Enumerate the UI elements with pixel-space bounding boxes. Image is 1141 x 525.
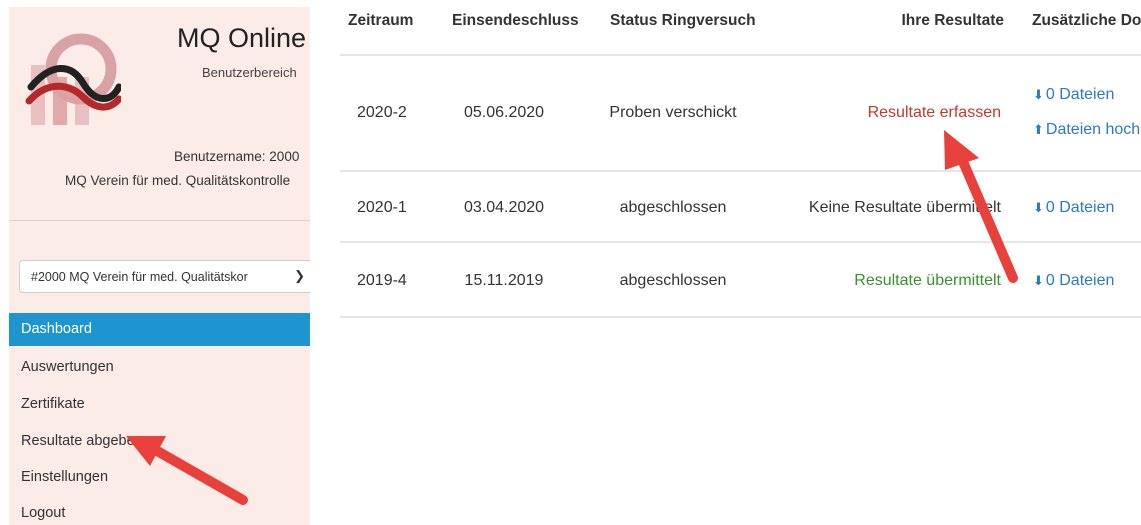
files-link[interactable]: ⬇ 0 Dateien [1033, 199, 1114, 217]
results-table: Zeitraum Einsendeschluss Status Ringvers… [340, 0, 1141, 320]
column-header-zusaetzliche-dok: Zusätzliche Dok [1032, 12, 1141, 29]
row-divider [340, 54, 1141, 56]
download-icon: ⬇ [1033, 200, 1044, 215]
cell-status: abgeschlossen [619, 272, 727, 289]
upload-label: Dateien hoch [1045, 121, 1141, 138]
column-header-einsendeschluss: Einsendeschluss [452, 12, 579, 29]
files-count: 0 Dateien [1045, 199, 1115, 216]
files-count: 0 Dateien [1045, 86, 1115, 103]
column-header-status: Status Ringversuch [610, 12, 756, 29]
cell-status: Proben verschickt [609, 104, 737, 121]
app-subtitle: Benutzerbereich [202, 65, 297, 80]
chevron-down-icon: ❯ [291, 268, 305, 284]
upload-icon: ⬆ [1033, 122, 1044, 137]
cell-resultate: Keine Resultate übermittelt [808, 199, 1001, 216]
organization-select[interactable]: #2000 MQ Verein für med. Qualitätskor ❯ [19, 260, 310, 293]
nav-item-resultate-abgeben[interactable]: Resultate abgeben [9, 425, 310, 458]
cell-zeitraum: 2020-2 [357, 104, 407, 121]
app-title: MQ Online [177, 23, 307, 53]
divider [9, 220, 310, 221]
cell-einsendeschluss: 03.04.2020 [463, 199, 545, 216]
files-count: 0 Dateien [1045, 272, 1115, 289]
download-icon: ⬇ [1033, 87, 1044, 102]
username-line: Benutzername: 2000 [174, 149, 300, 164]
organization-line: MQ Verein für med. Qualitätskontrolle [65, 173, 291, 188]
nav-item-logout[interactable]: Logout [9, 497, 310, 525]
files-link[interactable]: ⬇ 0 Dateien [1033, 272, 1114, 290]
mq-logo [25, 33, 121, 125]
download-icon: ⬇ [1033, 273, 1044, 288]
cell-einsendeschluss: 15.11.2019 [464, 272, 544, 289]
resultate-uebermittelt-link[interactable]: Resultate übermittelt [854, 272, 1001, 290]
row-divider [340, 316, 1141, 318]
row-divider [340, 170, 1141, 172]
cell-zeitraum: 2019-4 [357, 272, 407, 289]
upload-files-link[interactable]: ⬆ Dateien hoch [1033, 121, 1140, 139]
cell-status: abgeschlossen [619, 199, 727, 216]
column-header-ihre-resultate: Ihre Resultate [901, 12, 1004, 29]
cell-einsendeschluss: 05.06.2020 [463, 104, 545, 121]
nav-item-zertifikate[interactable]: Zertifikate [9, 388, 310, 421]
cell-zeitraum: 2020-1 [357, 199, 407, 216]
sidebar: MQ Online Benutzerbereich Benutzername: … [9, 7, 310, 525]
nav-item-einstellungen[interactable]: Einstellungen [9, 461, 310, 494]
organization-select-value: #2000 MQ Verein für med. Qualitätskor [31, 270, 248, 284]
row-divider [340, 241, 1141, 243]
column-header-zeitraum: Zeitraum [348, 12, 414, 29]
nav-item-dashboard[interactable]: Dashboard [9, 313, 310, 346]
files-link[interactable]: ⬇ 0 Dateien [1033, 86, 1114, 104]
nav-item-auswertungen[interactable]: Auswertungen [9, 351, 310, 384]
resultate-erfassen-link[interactable]: Resultate erfassen [868, 104, 1001, 122]
